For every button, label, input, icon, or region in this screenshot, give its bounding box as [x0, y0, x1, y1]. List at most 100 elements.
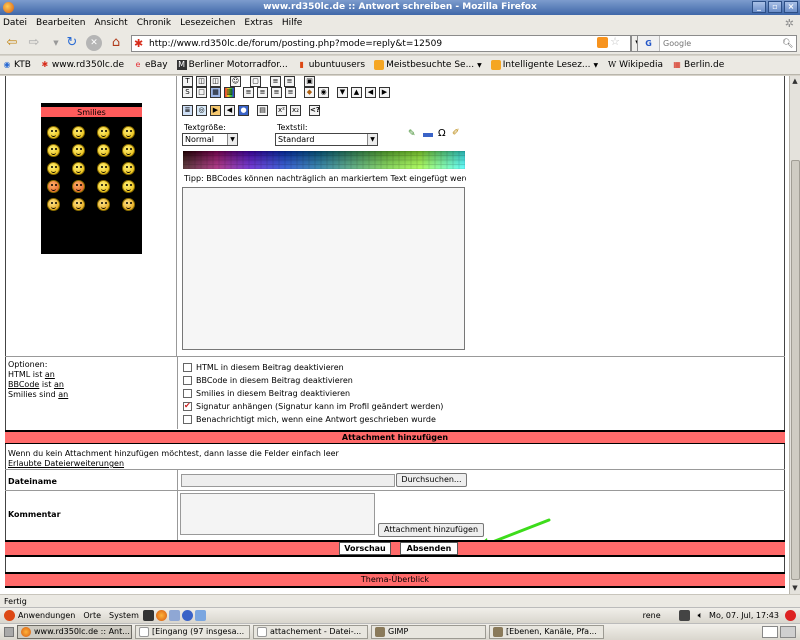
comment-textarea[interactable] — [180, 493, 375, 535]
smiley-icon[interactable] — [47, 126, 60, 139]
omega-icon[interactable]: Ω — [438, 128, 446, 139]
smiley-icon[interactable] — [97, 144, 110, 157]
notify-reply-checkbox[interactable]: Benachrichtigt mich, wenn eine Antwort g… — [183, 413, 443, 426]
task-gimp[interactable]: GIMP — [371, 625, 486, 639]
bookmark-meistbesuchte[interactable]: Meistbesuchte Se... ▼ — [374, 60, 482, 70]
workspace-2-icon[interactable] — [780, 626, 796, 638]
flash-button[interactable]: ▶ — [210, 105, 221, 116]
strike-button[interactable]: S — [182, 87, 193, 98]
rss-feed-icon[interactable] — [597, 37, 608, 48]
bookmark-ebay[interactable]: e eBay — [133, 60, 168, 70]
subscript-button[interactable]: x₂ — [290, 105, 301, 116]
background-color-button[interactable]: ▦ — [210, 87, 221, 98]
checkbox-checked[interactable] — [183, 401, 192, 411]
bookmark-berlin-de[interactable]: ▦ Berlin.de — [672, 60, 724, 70]
reload-icon[interactable]: ↻ — [64, 35, 80, 51]
bbcode-button[interactable]: ◫ — [210, 76, 221, 87]
message-textarea[interactable] — [182, 187, 465, 350]
align-center-button[interactable]: ≡ — [257, 87, 268, 98]
network-icon[interactable] — [194, 610, 206, 621]
user-name[interactable]: rene — [643, 611, 661, 620]
menu-lesezeichen[interactable]: Lesezeichen — [180, 18, 235, 28]
disable-smilies-checkbox[interactable]: Smilies in diesem Beitrag deaktivieren — [183, 387, 443, 400]
history-dropdown-icon[interactable]: ▼ — [48, 35, 64, 51]
applications-menu[interactable]: Anwendungen — [4, 610, 75, 621]
sound-button[interactable]: ◀ — [224, 105, 235, 116]
mail-icon[interactable] — [168, 610, 180, 621]
firefox-launcher-icon[interactable] — [155, 610, 167, 621]
arrow-smiley-icon[interactable] — [122, 198, 135, 211]
smiley-icon[interactable] — [122, 144, 135, 157]
volume-icon[interactable]: 🔈︎ — [698, 611, 703, 621]
justify-button[interactable]: ≡ — [285, 87, 296, 98]
maximize-button[interactable]: ▫ — [768, 1, 782, 13]
smiley-icon[interactable] — [122, 180, 135, 193]
page-scrollbar[interactable]: ▲ ▼ — [789, 76, 800, 594]
question-smiley-icon[interactable] — [72, 198, 85, 211]
arrow-right-button[interactable]: ▶ — [379, 87, 390, 98]
html-on-link[interactable]: an — [45, 370, 55, 379]
bbcode-button[interactable]: ≡ — [270, 76, 281, 87]
smiley-icon[interactable] — [72, 144, 85, 157]
bbcode-on-link[interactable]: an — [54, 380, 64, 389]
url-bar[interactable]: ✱ http://www.rd350lc.de/forum/posting.ph… — [131, 35, 645, 52]
smilies-on-link[interactable]: an — [58, 390, 68, 399]
bbcode-button[interactable]: ◫ — [196, 76, 207, 87]
bookmark-wikipedia[interactable]: W Wikipedia — [607, 60, 663, 70]
arrow-down-button[interactable]: ▼ — [337, 87, 348, 98]
help-icon[interactable] — [181, 610, 193, 621]
bookmark-berliner-motorradforum[interactable]: M Berliner Motorradfor... — [176, 60, 288, 70]
menu-hilfe[interactable]: Hilfe — [282, 18, 302, 28]
checkbox[interactable] — [183, 415, 192, 424]
preview-button[interactable]: Vorschau — [339, 542, 391, 555]
bookmark-ktb[interactable]: ◉ KTB — [2, 60, 31, 70]
search-engine-icon[interactable]: G — [638, 36, 660, 51]
rainbow-button[interactable]: ▥ — [224, 87, 235, 98]
text-style-select[interactable]: Standard ▼ — [275, 133, 378, 146]
bookmark-star-icon[interactable]: ☆ — [610, 35, 620, 48]
stop-icon[interactable]: ✕ — [86, 35, 102, 51]
scrollbar-thumb[interactable] — [791, 160, 800, 580]
menu-extras[interactable]: Extras — [244, 18, 272, 28]
search-bar[interactable]: G 🔍︎ — [637, 35, 797, 52]
file-input[interactable] — [181, 474, 395, 487]
terminal-icon[interactable] — [142, 610, 154, 621]
scroll-up-icon[interactable]: ▲ — [790, 76, 800, 86]
power-icon[interactable] — [785, 610, 796, 621]
smiley-icon[interactable] — [122, 126, 135, 139]
smiley-icon[interactable] — [72, 126, 85, 139]
superscript-button[interactable]: x² — [276, 105, 287, 116]
text-size-select[interactable]: Normal ▼ — [182, 133, 238, 146]
smiley-icon[interactable] — [97, 180, 110, 193]
menu-chronik[interactable]: Chronik — [137, 18, 171, 28]
bbcode-button[interactable]: ≡ — [284, 76, 295, 87]
eraser-icon[interactable]: ✎ — [408, 129, 416, 139]
bookmark-intelligente-lesezeichen[interactable]: Intelligente Lesez... ▼ — [490, 60, 598, 70]
bbcode-button[interactable]: ▢ — [250, 76, 261, 87]
attach-signature-checkbox[interactable]: Signatur anhängen (Signatur kann im Prof… — [183, 400, 443, 413]
smiley-icon[interactable] — [47, 144, 60, 157]
url-text[interactable]: http://www.rd350lc.de/forum/posting.php?… — [149, 39, 442, 49]
menu-datei[interactable]: Datei — [3, 18, 27, 28]
allowed-extensions-link[interactable]: Erlaubte Dateierweiterungen — [8, 459, 124, 468]
task-firefox[interactable]: www.rd350lc.de :: Ant... — [17, 625, 132, 639]
bbcode-link[interactable]: BBCode — [8, 380, 39, 389]
clock[interactable]: Mo, 07. Jul, 17:43 — [709, 611, 779, 620]
bookmark-ubuntuusers[interactable]: ▮ ubuntuusers — [297, 60, 365, 70]
send-button[interactable]: Absenden — [400, 542, 458, 555]
task-mail[interactable]: [Eingang (97 insgesa... — [135, 625, 250, 639]
checkbox[interactable] — [183, 363, 192, 372]
system-menu[interactable]: System — [109, 611, 139, 620]
bbcode-button[interactable]: ☺ — [230, 76, 241, 87]
underline-color-icon[interactable] — [423, 133, 433, 137]
smiley-icon[interactable] — [47, 162, 60, 175]
search-icon[interactable]: 🔍︎ — [782, 39, 796, 49]
checkbox[interactable] — [183, 389, 192, 398]
image-button[interactable]: ≣ — [182, 105, 193, 116]
menu-bearbeiten[interactable]: Bearbeiten — [36, 18, 85, 28]
quote-button[interactable]: ● — [238, 105, 249, 116]
search-input[interactable] — [660, 39, 782, 48]
align-right-button[interactable]: ≡ — [271, 87, 282, 98]
brush-icon[interactable]: ✐ — [452, 128, 460, 138]
idea-smiley-icon[interactable] — [97, 198, 110, 211]
